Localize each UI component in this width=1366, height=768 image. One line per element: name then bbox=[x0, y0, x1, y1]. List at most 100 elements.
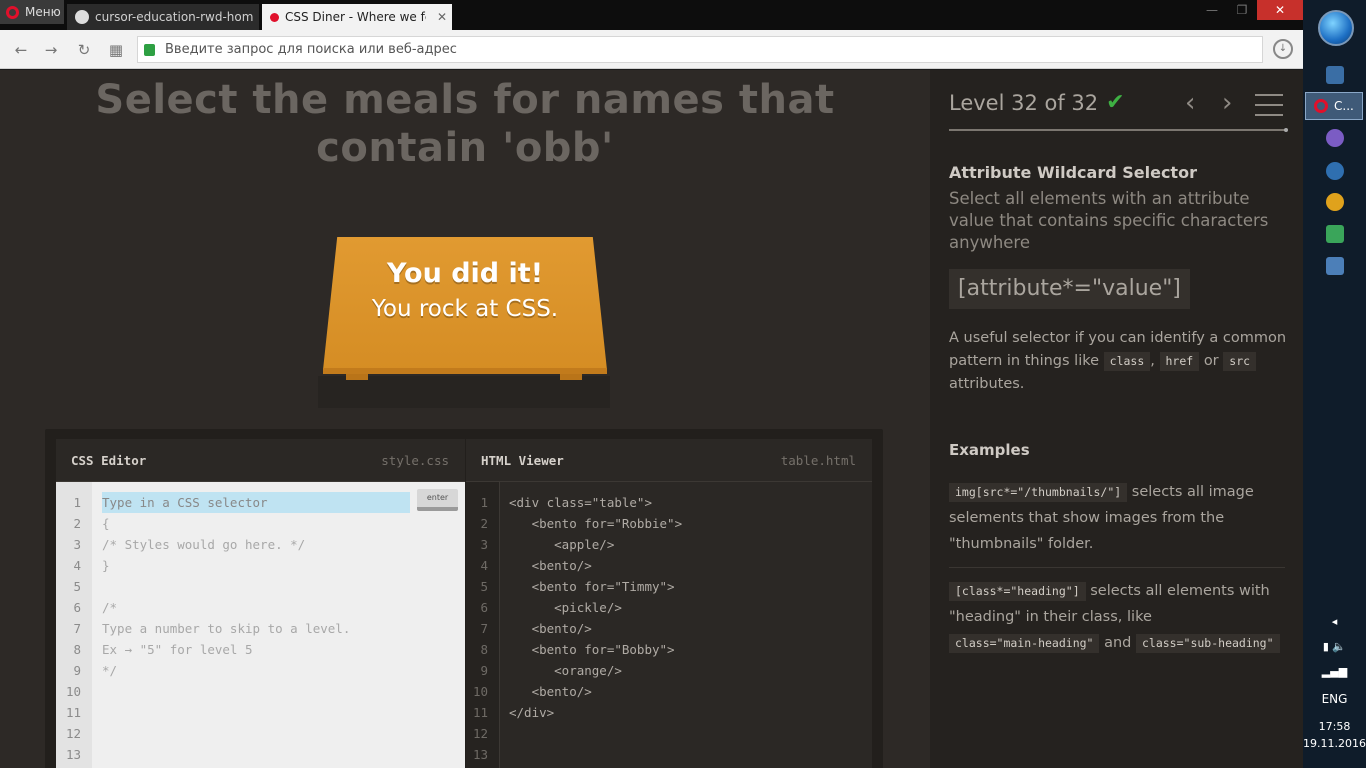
tray-expand-icon[interactable]: ◂ bbox=[1303, 615, 1366, 628]
start-button-icon[interactable] bbox=[1318, 10, 1354, 46]
examples-heading: Examples bbox=[949, 441, 1030, 459]
chrome-like-icon[interactable] bbox=[1326, 193, 1344, 211]
example-code: img[src*="/thumbnails/"] bbox=[949, 483, 1128, 502]
tab-css-diner[interactable]: CSS Diner - Where we feas ✕ bbox=[262, 4, 452, 30]
browser-toolbar: ← → ↻ ▦ Введите запрос для поиска или ве… bbox=[0, 30, 1303, 69]
browser-titlebar: Меню cursor-education-rwd-hom CSS Diner … bbox=[0, 0, 1303, 30]
table-leg bbox=[346, 374, 368, 380]
tab-favicon-icon bbox=[270, 12, 279, 22]
code-line: <bento for="Bobby"> bbox=[509, 642, 675, 657]
css-code: {/* Styles would go here. */} /* Type a nu… bbox=[102, 492, 465, 681]
speed-dial-grid-icon[interactable]: ▦ bbox=[105, 39, 127, 61]
code-line: <bento/> bbox=[509, 558, 592, 573]
clock-time[interactable]: 17:58 bbox=[1303, 720, 1366, 733]
language-indicator[interactable]: ENG bbox=[1303, 692, 1366, 706]
example-code: class="sub-heading" bbox=[1135, 634, 1280, 653]
example-code: class="main-heading" bbox=[949, 634, 1100, 653]
line-number: 7 bbox=[480, 621, 488, 636]
hint-comma: , bbox=[1150, 353, 1155, 369]
code-line: <bento/> bbox=[509, 684, 592, 699]
line-number: 9 bbox=[73, 663, 81, 678]
minimize-button[interactable]: — bbox=[1197, 0, 1227, 20]
power-volume-icons[interactable]: ▮ 🔈 bbox=[1303, 640, 1366, 653]
win-message: You did it! You rock at CSS. bbox=[323, 256, 607, 326]
app-window-icon[interactable] bbox=[1326, 66, 1344, 84]
slack-icon[interactable] bbox=[1326, 225, 1344, 243]
html-viewer-title: HTML Viewer bbox=[481, 453, 564, 468]
code-line: <apple/> bbox=[509, 537, 615, 552]
previous-level-button[interactable]: ‹ bbox=[1185, 88, 1195, 118]
line-number: 4 bbox=[73, 558, 81, 573]
code-line: <pickle/> bbox=[509, 600, 622, 615]
line-number: 2 bbox=[480, 516, 488, 531]
windows-taskbar: C... ◂ ▮ 🔈 ▂▄▆ ENG 17:58 19.11.2016 bbox=[1303, 0, 1366, 768]
css-editor-body: 12345678910111213 enter {/* Styles would… bbox=[56, 482, 465, 768]
github-icon bbox=[75, 10, 89, 24]
line-number: 11 bbox=[65, 705, 81, 720]
example-item: [class*="heading"] selects all elements … bbox=[949, 578, 1285, 656]
html-viewer-body: 1 2 3 4 5 6 7 8 9 10 11 12 13 <div class="table"> <b… bbox=[466, 482, 872, 768]
tab-label: cursor-education-rwd-hom bbox=[95, 10, 254, 24]
tab-cursor-education[interactable]: cursor-education-rwd-hom bbox=[67, 4, 259, 30]
progress-dot bbox=[1284, 128, 1288, 132]
selector-name: Attribute Wildcard Selector bbox=[949, 163, 1197, 182]
maximize-button[interactable]: ❐ bbox=[1227, 0, 1257, 20]
tab-close-icon[interactable]: ✕ bbox=[432, 10, 452, 24]
line-number: 13 bbox=[65, 747, 81, 762]
line-number: 2 bbox=[73, 516, 81, 531]
code-line: /* bbox=[102, 600, 118, 615]
example-item: img[src*="/thumbnails/"] selects all ima… bbox=[949, 479, 1285, 568]
window-controls: — ❐ ✕ bbox=[1197, 0, 1303, 20]
line-number: 13 bbox=[472, 747, 488, 762]
line-number: 12 bbox=[472, 726, 488, 741]
code-line: Type a number to skip to a level. bbox=[102, 621, 351, 636]
line-number: 10 bbox=[472, 684, 488, 699]
clock-date[interactable]: 19.11.2016 bbox=[1303, 737, 1366, 750]
css-diner-page: Select the meals for names that contain … bbox=[0, 70, 1303, 768]
code-line: </div> bbox=[509, 705, 555, 720]
opera-menu-button[interactable]: Меню bbox=[0, 0, 64, 24]
viber-icon[interactable] bbox=[1326, 129, 1344, 147]
opera-icon bbox=[1314, 99, 1328, 113]
signal-icon[interactable]: ▂▄▆ bbox=[1303, 665, 1366, 678]
secure-lock-icon bbox=[144, 43, 155, 56]
network-app-icon[interactable] bbox=[1326, 162, 1344, 180]
hint-or: or bbox=[1203, 353, 1219, 369]
forward-arrow-icon[interactable]: → bbox=[40, 39, 62, 61]
html-viewer-filename: table.html bbox=[780, 453, 856, 468]
win-subtitle: You rock at CSS. bbox=[371, 296, 559, 322]
example-and: and bbox=[1104, 635, 1132, 651]
css-line-numbers: 1 2 3 4 5 6 7 8 9 10 11 12 13 bbox=[56, 482, 92, 768]
download-icon[interactable]: ↓ bbox=[1273, 39, 1293, 59]
css-editor-header: CSS Editor style.css bbox=[56, 439, 465, 482]
selector-title: Select all elements with an attribute va… bbox=[949, 189, 1269, 252]
level-menu-icon[interactable] bbox=[1255, 94, 1283, 116]
level-order-title: Select the meals for names that contain … bbox=[95, 77, 835, 171]
reload-icon[interactable]: ↻ bbox=[73, 39, 95, 61]
hint-code-href: href bbox=[1159, 352, 1200, 371]
code-line: <orange/> bbox=[509, 663, 622, 678]
win-title: You did it! bbox=[386, 258, 544, 289]
html-line-numbers: 1 2 3 4 5 6 7 8 9 10 11 12 13 bbox=[466, 482, 500, 768]
css-editor-filename: style.css bbox=[381, 453, 449, 468]
next-level-button[interactable]: › bbox=[1222, 88, 1232, 118]
back-arrow-icon[interactable]: ← bbox=[10, 39, 32, 61]
code-line: <div class="table"> bbox=[509, 495, 652, 510]
line-number: 10 bbox=[65, 684, 81, 699]
hint-code-class: class bbox=[1103, 352, 1151, 371]
css-editor-pane: CSS Editor style.css 12345678910111213 e… bbox=[56, 439, 465, 768]
taskbar-opera-button[interactable]: C... bbox=[1305, 92, 1363, 120]
line-number: 6 bbox=[73, 600, 81, 615]
close-window-button[interactable]: ✕ bbox=[1257, 0, 1303, 20]
settings-window-icon[interactable] bbox=[1326, 257, 1344, 275]
hint-code-src: src bbox=[1223, 352, 1257, 371]
level-progress-bar bbox=[949, 129, 1285, 131]
code-line: */ bbox=[102, 663, 118, 678]
taskbar-opera-label: C... bbox=[1334, 99, 1354, 113]
address-placeholder: Введите запрос для поиска или веб-адрес bbox=[165, 42, 457, 57]
opera-logo-icon bbox=[6, 5, 19, 19]
menu-label: Меню bbox=[25, 5, 61, 19]
completed-check-icon: ✔ bbox=[1106, 90, 1125, 115]
address-field[interactable]: Введите запрос для поиска или веб-адрес bbox=[137, 36, 1263, 63]
example-code: [class*="heading"] bbox=[949, 582, 1086, 601]
